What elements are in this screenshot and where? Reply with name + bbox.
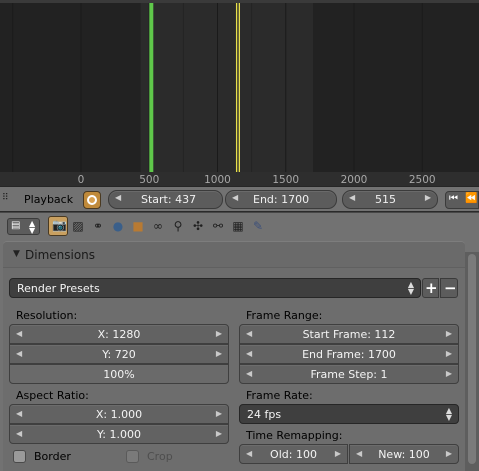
keying-button[interactable] bbox=[83, 191, 101, 209]
editor-type-icon: ▤ bbox=[11, 220, 21, 231]
clock-icon bbox=[87, 195, 97, 205]
render-layers-icon[interactable]: ▨ bbox=[70, 218, 86, 234]
frame-rate-menu[interactable]: 24 fps ▲ ▼ bbox=[239, 404, 459, 424]
camera-icon: 📷 bbox=[52, 218, 67, 232]
playback-menu[interactable]: Playback bbox=[24, 193, 73, 206]
resolution-y-field[interactable]: ◀ Y: 720 ▶ bbox=[9, 344, 229, 364]
scene-icon[interactable]: ⚭ bbox=[90, 218, 106, 234]
updown-icon: ▲ ▼ bbox=[29, 219, 36, 235]
properties-editor: ▤ ▲ ▼ 📷 ▨ ⚭ ● ■ ∞ ⚲ ✣ ⚯ ▦ ✎ ▼ Dimensions … bbox=[0, 213, 479, 471]
aspect-ratio-label: Aspect Ratio: bbox=[16, 389, 89, 402]
frame-tick-label: 1500 bbox=[272, 174, 299, 186]
remove-preset-button[interactable]: − bbox=[440, 278, 458, 298]
scrollbar-thumb[interactable] bbox=[468, 254, 476, 464]
frame-rate-label: Frame Rate: bbox=[246, 389, 313, 402]
texture-icon[interactable]: ✎ bbox=[250, 218, 266, 234]
crop-label: Crop bbox=[147, 450, 173, 463]
start-frame-field[interactable]: ◀ Start: 437 bbox=[108, 190, 223, 209]
timeline-top-border bbox=[0, 0, 479, 3]
editor-type-button[interactable]: ▤ ▲ ▼ bbox=[7, 218, 40, 235]
start-frame-field[interactable]: ◀ Start Frame: 112 ▶ bbox=[239, 324, 459, 344]
out-of-range-right bbox=[313, 0, 479, 172]
frame-tick-label: 2000 bbox=[341, 174, 368, 186]
object-icon[interactable]: ■ bbox=[130, 218, 146, 234]
dimensions-panel: ▼ Dimensions Render Presets ▲ ▼ + − Resol… bbox=[3, 241, 465, 471]
world-icon[interactable]: ● bbox=[110, 218, 126, 234]
increment-arrow-icon[interactable]: ▶ bbox=[446, 449, 452, 458]
updown-icon: ▲ ▼ bbox=[407, 280, 414, 296]
increment-arrow-icon[interactable]: ▶ bbox=[425, 193, 431, 202]
increment-arrow-icon[interactable]: ▶ bbox=[446, 349, 452, 358]
collapse-triangle-icon[interactable]: ▼ bbox=[13, 249, 20, 259]
end-frame-field[interactable]: ◀ End: 1700 bbox=[225, 190, 337, 209]
decrement-arrow-icon[interactable]: ◀ bbox=[349, 193, 355, 202]
object-data-icon[interactable]: ✣ bbox=[190, 218, 206, 234]
border-checkbox[interactable] bbox=[13, 450, 26, 463]
frame-tick-label: 0 bbox=[78, 174, 85, 186]
decrement-arrow-icon[interactable]: ◀ bbox=[232, 193, 238, 202]
border-label: Border bbox=[34, 450, 71, 463]
increment-arrow-icon[interactable]: ▶ bbox=[446, 369, 452, 378]
frame-range-label: Frame Range: bbox=[246, 309, 323, 322]
timeline-header: ⠿ Playback ◀ Start: 437 ◀ End: 1700 ◀ 51… bbox=[0, 186, 479, 212]
time-remapping-label: Time Remapping: bbox=[246, 429, 343, 442]
timeline-grid: 0 500 1000 1500 2000 2500 bbox=[0, 0, 479, 186]
increment-arrow-icon[interactable]: ▶ bbox=[216, 409, 222, 418]
frame-step-field[interactable]: ◀ Frame Step: 1 ▶ bbox=[239, 364, 459, 384]
remap-old-field[interactable]: ◀ Old: 100 ▶ bbox=[239, 444, 348, 464]
constraints-icon[interactable]: ∞ bbox=[150, 218, 166, 234]
menu-toggle-icon[interactable]: ⠿ bbox=[2, 193, 9, 203]
properties-toolbar: ▤ ▲ ▼ 📷 ▨ ⚭ ● ■ ∞ ⚲ ✣ ⚯ ▦ ✎ bbox=[0, 213, 479, 239]
add-preset-button[interactable]: + bbox=[422, 278, 439, 298]
transport-controls: ⏮ ⏪ bbox=[445, 191, 479, 209]
end-frame-field[interactable]: ◀ End Frame: 1700 ▶ bbox=[239, 344, 459, 364]
increment-arrow-icon[interactable]: ▶ bbox=[216, 429, 222, 438]
out-of-range-left bbox=[0, 0, 141, 172]
increment-arrow-icon[interactable]: ▶ bbox=[216, 329, 222, 338]
aspect-x-field[interactable]: ◀ X: 1.000 ▶ bbox=[9, 404, 229, 424]
current-frame-indicator bbox=[149, 3, 154, 172]
current-frame-field[interactable]: ◀ 515 ▶ bbox=[342, 190, 438, 209]
frame-tick-label: 2500 bbox=[409, 174, 436, 186]
frame-scale-strip bbox=[0, 172, 479, 186]
frame-tick-label: 500 bbox=[139, 174, 159, 186]
panel-title: Dimensions bbox=[25, 248, 96, 262]
frame-tick-label: 1000 bbox=[204, 174, 231, 186]
timeline-view[interactable]: 0 500 1000 1500 2000 2500 bbox=[0, 0, 479, 186]
resolution-label: Resolution: bbox=[16, 309, 78, 322]
increment-arrow-icon[interactable]: ▶ bbox=[335, 449, 341, 458]
remap-new-field[interactable]: ◀ New: 100 ▶ bbox=[349, 444, 459, 464]
decrement-arrow-icon[interactable]: ◀ bbox=[115, 193, 121, 202]
tab-render[interactable]: 📷 bbox=[48, 216, 68, 236]
panel-header[interactable]: ▼ Dimensions bbox=[3, 242, 465, 268]
bone-icon[interactable]: ⚯ bbox=[210, 218, 226, 234]
resolution-percentage-slider[interactable]: 100% bbox=[9, 364, 229, 384]
crop-checkbox[interactable] bbox=[126, 450, 139, 463]
resolution-x-field[interactable]: ◀ X: 1280 ▶ bbox=[9, 324, 229, 344]
rewind-icon[interactable]: ⏪ bbox=[465, 193, 477, 204]
increment-arrow-icon[interactable]: ▶ bbox=[216, 349, 222, 358]
increment-arrow-icon[interactable]: ▶ bbox=[446, 329, 452, 338]
material-icon[interactable]: ▦ bbox=[230, 218, 246, 234]
jump-to-start-icon[interactable]: ⏮ bbox=[449, 193, 458, 204]
render-presets-menu[interactable]: Render Presets ▲ ▼ bbox=[9, 278, 421, 298]
updown-icon: ▲ ▼ bbox=[445, 406, 452, 422]
aspect-y-field[interactable]: ◀ Y: 1.000 ▶ bbox=[9, 424, 229, 444]
modifiers-icon[interactable]: ⚲ bbox=[170, 218, 186, 234]
